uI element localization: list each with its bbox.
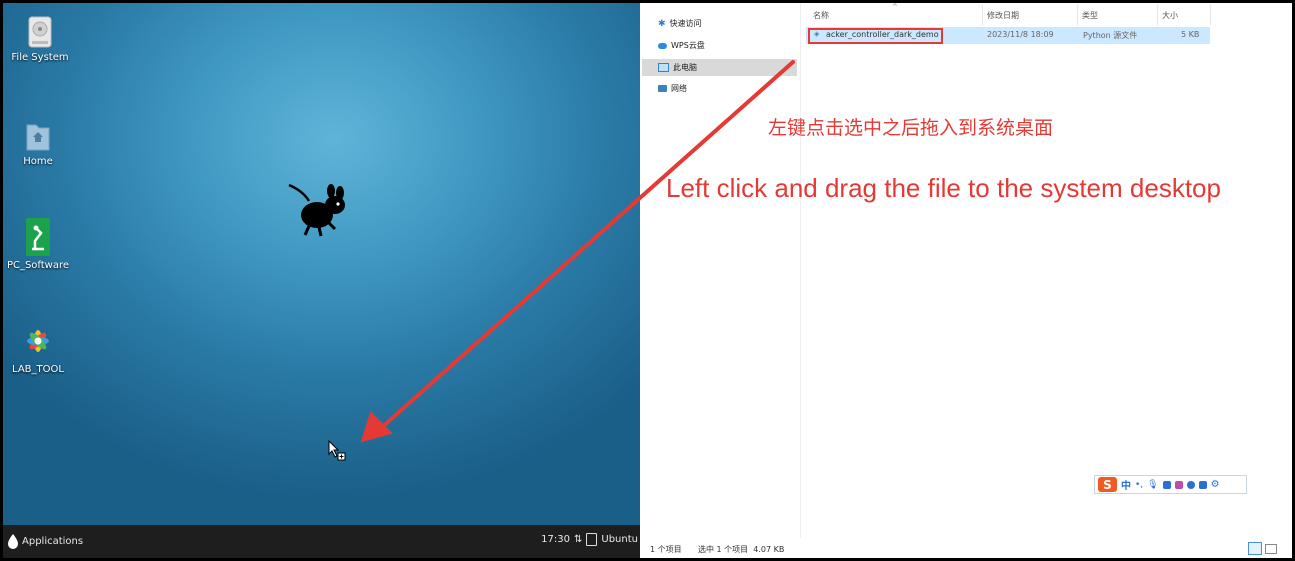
screenshot-frame: File System Home PC_Software LAB_TOOL Ap…	[3, 3, 1292, 558]
instruction-en: Left click and drag the file to the syst…	[666, 173, 1221, 203]
instruction-cn: 左键点击选中之后拖入到系统桌面	[768, 117, 1054, 139]
drag-arrow	[360, 60, 795, 443]
